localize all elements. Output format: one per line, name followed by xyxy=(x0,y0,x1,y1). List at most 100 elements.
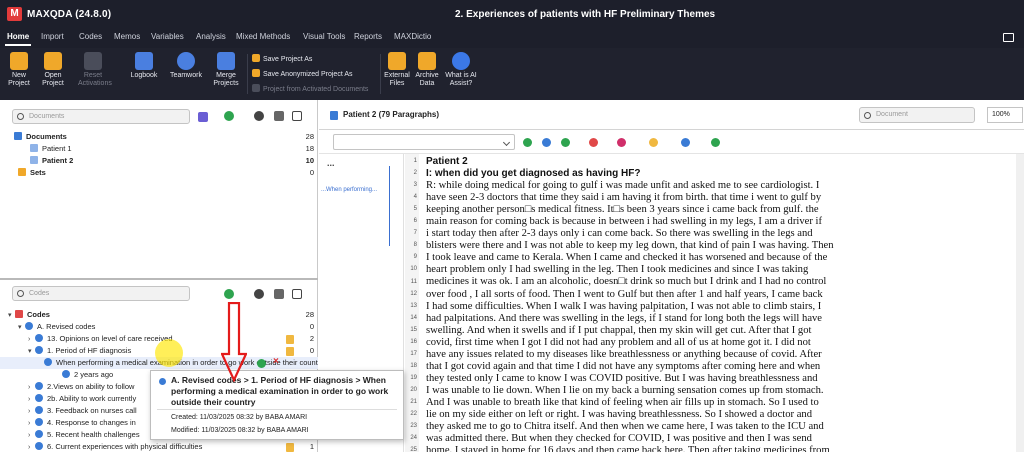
teamwork-button[interactable]: Teamwork xyxy=(168,52,204,80)
memo-icon[interactable] xyxy=(286,443,294,452)
project-from-activated-button[interactable]: Project from Activated Documents xyxy=(252,84,368,93)
maximize-icon[interactable] xyxy=(292,111,302,121)
tree-row-documents[interactable]: Documents 28 xyxy=(0,131,318,143)
tab-analysis[interactable]: Analysis xyxy=(196,32,226,41)
tree-row-patient-1[interactable]: Patient 1 18 xyxy=(0,143,318,155)
ai-assist-button[interactable]: What is AI Assist? xyxy=(444,52,478,88)
paragraph-line[interactable]: main reason for coming back is because i… xyxy=(426,216,956,228)
paragraph-line[interactable]: lie on my side either on left or right. … xyxy=(426,409,956,421)
paragraph-number: 11 xyxy=(410,278,417,285)
paragraph-number: 20 xyxy=(410,386,417,393)
paragraph-line[interactable]: R: while doing medical for going to gulf… xyxy=(426,180,956,192)
paragraph-line[interactable]: Patient 2 xyxy=(426,156,956,168)
tab-import[interactable]: Import xyxy=(41,32,64,41)
tab-codes[interactable]: Codes xyxy=(79,32,102,41)
delete-icon[interactable]: × xyxy=(273,356,279,367)
gear-icon[interactable] xyxy=(254,111,264,121)
new-project-button[interactable]: New Project xyxy=(5,52,33,88)
paragraph-line[interactable]: have any issues related to my diseases l… xyxy=(426,349,956,361)
vertical-scrollbar[interactable] xyxy=(1016,154,1024,452)
tab-reports[interactable]: Reports xyxy=(354,32,382,41)
link-icon[interactable] xyxy=(681,138,690,147)
paragraph-line[interactable]: I took leave and came to Kerala. When I … xyxy=(426,252,956,264)
codes-icon xyxy=(15,310,23,318)
tree-row-code[interactable]: › 6. Current experiences with physical di… xyxy=(0,441,318,452)
paragraph-line[interactable]: medicines it was ok. I am an alcoholic, … xyxy=(426,276,956,288)
collapse-icon[interactable] xyxy=(274,289,284,299)
text-margin xyxy=(419,154,425,452)
chevron-right-icon[interactable]: › xyxy=(28,442,35,452)
tree-row-sets[interactable]: Sets 0 xyxy=(0,167,318,179)
pen-color-icon[interactable] xyxy=(617,138,626,147)
save-project-as-button[interactable]: Save Project As xyxy=(252,54,312,63)
reset-icon xyxy=(84,52,102,70)
paragraph-number: 7 xyxy=(413,230,417,237)
coded-segment-label[interactable]: ...When performing... xyxy=(321,187,377,193)
paragraph-line[interactable]: covid, first time when I got I did not h… xyxy=(426,337,956,349)
codes-search-input[interactable]: Codes xyxy=(12,286,190,301)
paragraph-line[interactable]: home. I stayed in home for 16 days and t… xyxy=(426,445,956,452)
tree-row-patient-2[interactable]: Patient 2 10 xyxy=(0,155,318,167)
text-document-icon xyxy=(30,156,38,164)
document-text[interactable]: Patient 2 I: when did you get diagnosed a… xyxy=(426,156,956,452)
coded-segment-stripe[interactable] xyxy=(389,166,390,246)
paragraph-line[interactable]: they asked me to go to Chitra itself. An… xyxy=(426,421,956,433)
code-with-new-code-icon[interactable] xyxy=(523,138,532,147)
paragraph-line[interactable]: I had some difficulties. When I walk I w… xyxy=(426,301,956,313)
paragraph-line[interactable]: keeping another person□s medical fitness… xyxy=(426,204,956,216)
paragraph-line[interactable]: have seen 2-3 doctors that time they sai… xyxy=(426,192,956,204)
external-files-button[interactable]: External Files xyxy=(382,52,412,88)
tab-home[interactable]: Home xyxy=(4,32,32,46)
paragraph-line[interactable]: heart problem only I had swelling in the… xyxy=(426,264,956,276)
tab-memos[interactable]: Memos xyxy=(114,32,140,41)
reset-activations-button[interactable]: Reset Activations xyxy=(78,52,112,88)
open-project-button[interactable]: Open Project xyxy=(38,52,68,88)
maximize-icon[interactable] xyxy=(292,289,302,299)
logbook-button[interactable]: Logbook xyxy=(128,52,160,80)
tree-row-codes[interactable]: ▾ Codes 28 xyxy=(0,309,318,321)
save-anonymized-button[interactable]: Save Anonymized Project As xyxy=(252,69,353,78)
ai-assist-icon xyxy=(452,52,470,70)
document-icon[interactable] xyxy=(198,112,208,122)
more-icon[interactable]: ... xyxy=(327,158,335,168)
tree-row-code[interactable]: ▾ A. Revised codes 0 xyxy=(0,321,318,333)
paragraph-line[interactable]: And I was unable to breath like that kin… xyxy=(426,397,956,409)
code-icon[interactable] xyxy=(542,138,551,147)
paragraph-line[interactable]: I was unable to lie down. When I lie on … xyxy=(426,385,956,397)
highlight-icon[interactable] xyxy=(589,138,598,147)
collapse-icon[interactable] xyxy=(274,111,284,121)
paragraph-line[interactable]: that I got covid again and that time I d… xyxy=(426,361,956,373)
tab-mixed-methods[interactable]: Mixed Methods xyxy=(236,32,290,41)
paragraph-line[interactable]: i start today then after 2-3 days only i… xyxy=(426,228,956,240)
coding-toolbar xyxy=(319,130,1024,154)
tab-variables[interactable]: Variables xyxy=(151,32,184,41)
zoom-select[interactable]: 100% xyxy=(987,107,1023,123)
paragraph-line[interactable]: had palpitations. And there was swelling… xyxy=(426,313,956,325)
document-search-input[interactable]: Document xyxy=(859,107,975,123)
tab-visual-tools[interactable]: Visual Tools xyxy=(303,32,345,41)
memo-icon[interactable] xyxy=(286,335,294,344)
logbook-icon xyxy=(135,52,153,70)
maxqda-logo-icon: M xyxy=(7,7,22,21)
archive-data-button[interactable]: Archive Data xyxy=(413,52,441,88)
memo-icon[interactable] xyxy=(286,347,294,356)
add-document-icon[interactable] xyxy=(224,111,234,121)
paragraph-line[interactable]: swelling. And when it swells and if I pu… xyxy=(426,325,956,337)
memo-add-icon[interactable] xyxy=(711,138,720,147)
paragraph-line[interactable]: I: when did you get diagnosed as having … xyxy=(426,168,956,180)
paragraph-line[interactable]: they tested only I came to know I was CO… xyxy=(426,373,956,385)
tab-maxdictio[interactable]: MAXDictio xyxy=(394,32,431,41)
paragraph-number: 5 xyxy=(413,206,417,213)
add-subcode-icon[interactable] xyxy=(257,359,266,368)
paragraph-line[interactable]: over food , I all sorts of food. Then I … xyxy=(426,289,956,301)
emoticode-icon[interactable] xyxy=(649,138,658,147)
paragraph-line[interactable]: was admitted there. But when they checke… xyxy=(426,433,956,445)
quick-code-dropdown[interactable] xyxy=(333,134,515,150)
window-layout-icon[interactable] xyxy=(1003,33,1014,42)
paragraph-line[interactable]: blisters were there and I was not able t… xyxy=(426,240,956,252)
gear-icon[interactable] xyxy=(254,289,264,299)
documents-search-input[interactable]: Documents xyxy=(12,109,190,124)
add-code-icon[interactable] xyxy=(224,289,234,299)
merge-projects-button[interactable]: Merge Projects xyxy=(210,52,242,88)
in-vivo-code-icon[interactable] xyxy=(561,138,570,147)
